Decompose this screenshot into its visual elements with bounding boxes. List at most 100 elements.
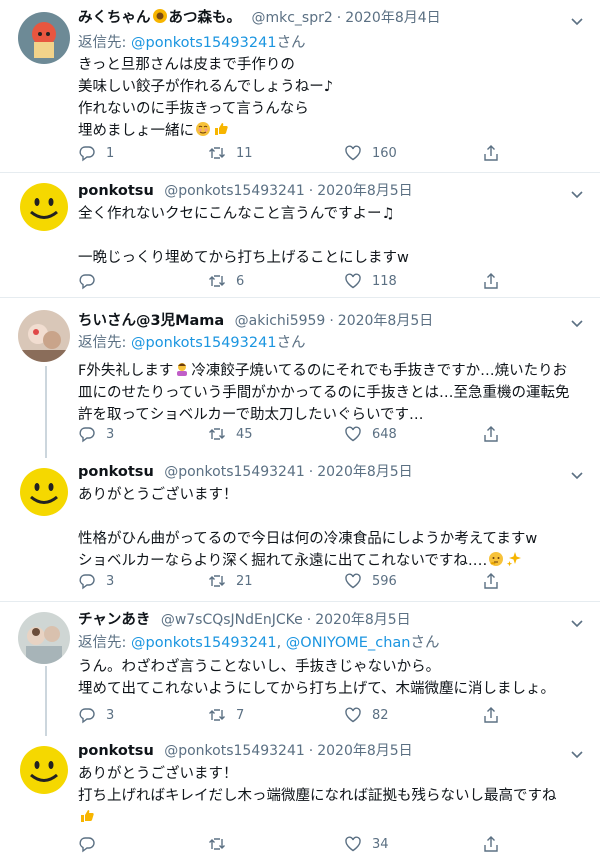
handle[interactable]: @ponkots15493241: [164, 743, 305, 759]
retweet-icon: [209, 709, 225, 721]
tweet-line: 全く作れないクセにこんなこと言うんですよー♫: [78, 206, 395, 222]
avatar[interactable]: [18, 744, 70, 796]
retweet-button[interactable]: 7: [208, 704, 244, 726]
like-button[interactable]: 82: [344, 704, 389, 726]
thread-line: [45, 366, 47, 458]
like-button[interactable]: 34: [344, 833, 389, 855]
display-name[interactable]: ponkotsu: [78, 183, 154, 199]
handle[interactable]: @w7sCQsJNdEnJCKe: [161, 612, 303, 628]
avatar[interactable]: [18, 12, 70, 64]
display-name-suffix[interactable]: あつ森も。: [169, 10, 242, 26]
reply-button[interactable]: 1: [78, 142, 114, 164]
mention-link[interactable]: @ponkots15493241: [131, 35, 277, 51]
tweet-3[interactable]: ちいさん@3児Mama @akichi5959 · 2020年8月5日 返信先: @…: [0, 298, 600, 458]
reply-context: 返信先: @ponkots15493241, @ONIYOME_chanさん: [78, 632, 439, 654]
avatar[interactable]: [18, 466, 70, 518]
like-button[interactable]: 160: [344, 142, 397, 164]
handle[interactable]: @ponkots15493241: [164, 464, 305, 480]
share-button[interactable]: [482, 704, 500, 726]
tweet-line: 皿にのせたりっていう手間がかかってるのに手抜きとは…至急重機の運転免: [78, 385, 570, 401]
chevron-down-icon[interactable]: [568, 466, 586, 484]
heart-icon: [345, 145, 361, 161]
display-name[interactable]: ponkotsu: [78, 743, 154, 759]
like-button[interactable]: 596: [344, 570, 397, 592]
timestamp[interactable]: 2020年8月5日: [317, 743, 412, 759]
mention-link[interactable]: @ponkots15493241: [131, 335, 277, 351]
reply-button[interactable]: 3: [78, 570, 114, 592]
display-name[interactable]: ponkotsu: [78, 464, 154, 480]
mention-link[interactable]: @ONIYOME_chan: [286, 635, 411, 651]
share-button[interactable]: [482, 423, 500, 445]
reply-icon: [79, 146, 95, 162]
tweet-actions: 6 118: [78, 270, 508, 292]
handle[interactable]: @ponkots15493241: [164, 183, 305, 199]
tweet-line-text: 埋めましょ一緒に: [78, 123, 194, 139]
share-button[interactable]: [482, 570, 500, 592]
chevron-down-icon[interactable]: [568, 614, 586, 632]
chevron-down-icon[interactable]: [568, 745, 586, 763]
avatar[interactable]: [18, 612, 70, 664]
retweet-button[interactable]: 6: [208, 270, 244, 292]
mention-link[interactable]: @ponkots15493241: [131, 635, 277, 651]
reply-button[interactable]: 3: [78, 704, 114, 726]
retweet-button[interactable]: 11: [208, 142, 253, 164]
retweet-count: 45: [236, 426, 253, 442]
chevron-down-icon[interactable]: [568, 12, 586, 30]
reply-context: 返信先: @ponkots15493241さん: [78, 332, 306, 354]
like-count: 34: [372, 836, 389, 852]
timestamp[interactable]: 2020年8月5日: [338, 313, 433, 329]
tweet-4[interactable]: ponkotsu @ponkots15493241 · 2020年8月5日 ありがと…: [0, 458, 600, 601]
dot-separator: ·: [308, 743, 314, 759]
tweet-header: ponkotsu @ponkots15493241 · 2020年8月5日: [78, 740, 413, 762]
share-icon: [484, 573, 498, 589]
tweet-2[interactable]: ponkotsu @ponkots15493241 · 2020年8月5日 全く作れ…: [0, 173, 600, 297]
reply-suffix: さん: [410, 635, 440, 651]
reply-icon: [79, 708, 95, 724]
dot-separator: ·: [336, 10, 342, 26]
timestamp[interactable]: 2020年8月5日: [317, 183, 412, 199]
reply-count: 3: [106, 426, 115, 442]
avatar[interactable]: [18, 181, 70, 233]
timestamp[interactable]: 2020年8月5日: [317, 464, 412, 480]
retweet-count: 21: [236, 573, 253, 589]
tweet-1[interactable]: みくちゃん あつ森も。 @mkc_spr2 · 2020年8月4日 返信先: @pon…: [0, 0, 600, 172]
tweet-5[interactable]: チャンあき @w7sCQsJNdEnJCKe · 2020年8月5日 返信先: @p…: [0, 602, 600, 736]
chevron-down-icon[interactable]: [568, 314, 586, 332]
timestamp[interactable]: 2020年8月5日: [315, 612, 410, 628]
retweet-button[interactable]: 21: [208, 570, 253, 592]
timestamp[interactable]: 2020年8月4日: [345, 10, 440, 26]
tweet-line: [78, 225, 583, 247]
tweet-header: ponkotsu @ponkots15493241 · 2020年8月5日: [78, 180, 413, 202]
retweet-button[interactable]: 45: [208, 423, 253, 445]
reply-prefix: 返信先:: [78, 335, 131, 351]
display-name[interactable]: チャンあき: [78, 612, 150, 628]
reply-button[interactable]: 3: [78, 423, 114, 445]
reply-button[interactable]: [78, 270, 106, 292]
handle[interactable]: @akichi5959: [235, 313, 326, 329]
tweet-line: ショベルカーならより深く掘れて永遠に出てこれないですね‥‥: [78, 550, 583, 572]
reply-prefix: 返信先:: [78, 635, 131, 651]
tweet-6[interactable]: ponkotsu @ponkots15493241 · 2020年8月5日 ありがと…: [0, 736, 600, 863]
display-name[interactable]: みくちゃん: [78, 10, 151, 26]
reply-button[interactable]: [78, 833, 106, 855]
heart-icon: [345, 273, 361, 289]
like-button[interactable]: 648: [344, 423, 397, 445]
retweet-icon: [209, 147, 225, 159]
share-button[interactable]: [482, 142, 500, 164]
chevron-down-icon[interactable]: [568, 185, 586, 203]
tweet-header: みくちゃん あつ森も。 @mkc_spr2 · 2020年8月4日: [78, 7, 441, 29]
share-button[interactable]: [482, 833, 500, 855]
avatar[interactable]: [18, 310, 70, 362]
share-button[interactable]: [482, 270, 500, 292]
tweet-actions: 1 11 160: [78, 142, 508, 164]
like-button[interactable]: 118: [344, 270, 397, 292]
thumbs-up-icon: [81, 810, 94, 822]
display-name[interactable]: ちいさん@3児Mama: [78, 313, 224, 329]
like-count: 160: [372, 145, 397, 161]
retweet-icon: [209, 428, 225, 440]
retweet-button[interactable]: [208, 833, 236, 855]
tweet-line: 美味しい餃子が作れるんでしょうねー♪: [78, 79, 334, 95]
tweet-line: ありがとうございます！: [78, 487, 238, 503]
reply-icon: [79, 427, 95, 443]
handle[interactable]: @mkc_spr2: [251, 10, 332, 26]
